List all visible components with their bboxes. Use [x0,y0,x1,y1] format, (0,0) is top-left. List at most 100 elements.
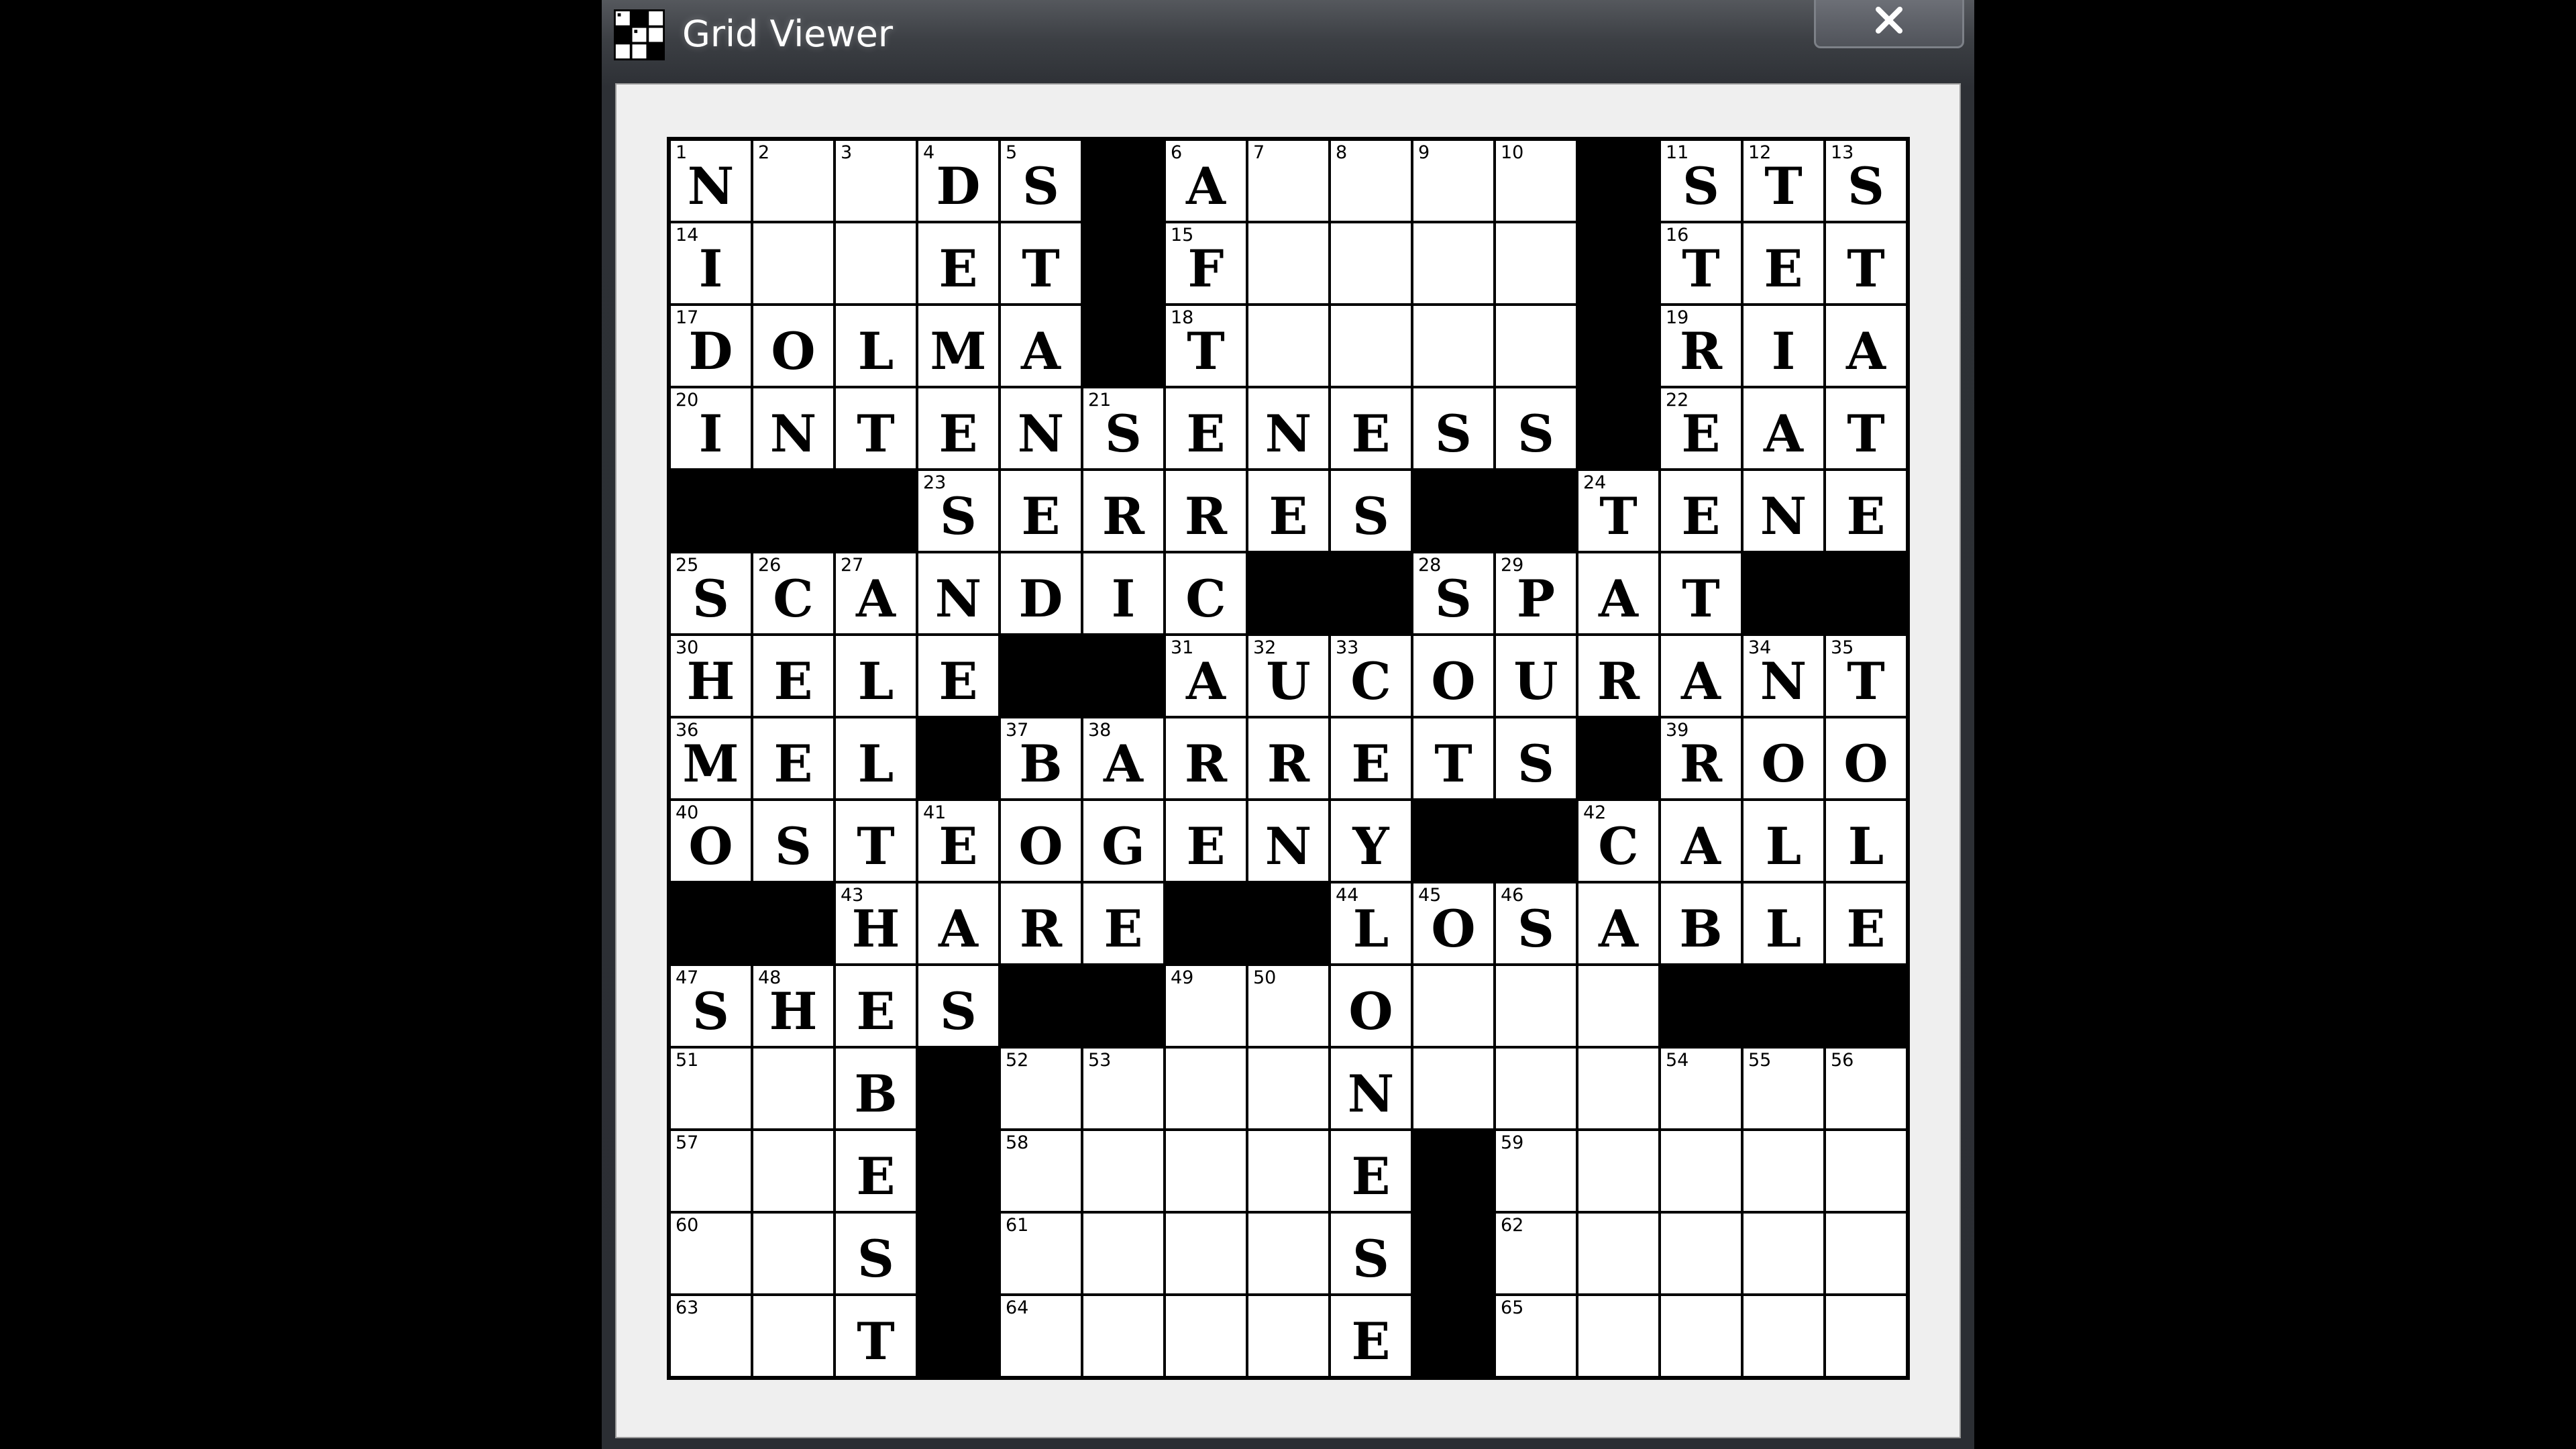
grid-cell[interactable] [1495,1047,1577,1130]
grid-cell[interactable]: 64 [1000,1295,1082,1377]
grid-cell[interactable]: 20 I [669,387,752,470]
grid-cell[interactable]: A [917,882,1000,965]
grid-cell[interactable] [1660,1295,1742,1377]
grid-cell[interactable]: L [835,305,917,387]
grid-cell[interactable] [1495,965,1577,1047]
grid-cell[interactable]: 22 E [1660,387,1742,470]
grid-cell[interactable] [752,1130,835,1212]
grid-cell[interactable]: 53 [1082,1047,1165,1130]
grid-cell[interactable] [1660,1212,1742,1295]
grid-cell[interactable]: 26 C [752,552,835,635]
grid-cell[interactable] [1165,1212,1247,1295]
grid-cell[interactable]: T [1660,552,1742,635]
grid-cell[interactable]: O [1412,635,1495,717]
grid-cell[interactable]: U [1495,635,1577,717]
grid-cell[interactable] [1247,1212,1330,1295]
grid-cell[interactable] [1577,1130,1660,1212]
grid-cell[interactable]: 11 S [1660,140,1742,222]
grid-cell[interactable]: O [1000,800,1082,882]
grid-cell[interactable]: I [1082,552,1165,635]
grid-cell[interactable] [752,1295,835,1377]
grid-cell[interactable] [1495,305,1577,387]
grid-cell[interactable] [1825,1212,1907,1295]
grid-cell[interactable]: 47 S [669,965,752,1047]
grid-cell[interactable] [1577,1047,1660,1130]
grid-cell[interactable]: 43 H [835,882,917,965]
grid-cell[interactable]: L [835,635,917,717]
grid-cell[interactable]: O [1330,965,1412,1047]
grid-cell[interactable]: 23 S [917,470,1000,552]
grid-cell[interactable]: E [1000,470,1082,552]
grid-cell[interactable] [1412,222,1495,305]
grid-cell[interactable] [1412,965,1495,1047]
grid-cell[interactable]: S [752,800,835,882]
grid-cell[interactable]: E [835,1130,917,1212]
grid-cell[interactable]: 62 [1495,1212,1577,1295]
grid-cell[interactable]: 34 N [1742,635,1825,717]
grid-cell[interactable]: 50 [1247,965,1330,1047]
grid-cell[interactable] [1330,222,1412,305]
grid-cell[interactable] [1412,305,1495,387]
grid-cell[interactable]: Y [1330,800,1412,882]
grid-cell[interactable]: 2 [752,140,835,222]
grid-cell[interactable]: E [835,965,917,1047]
grid-cell[interactable]: E [1165,800,1247,882]
grid-cell[interactable]: 13 S [1825,140,1907,222]
grid-cell[interactable]: 57 [669,1130,752,1212]
grid-cell[interactable]: 12 T [1742,140,1825,222]
grid-cell[interactable]: S [835,1212,917,1295]
grid-cell[interactable]: 21 S [1082,387,1165,470]
title-bar[interactable]: Grid Viewer [602,0,1974,80]
grid-cell[interactable]: 31 A [1165,635,1247,717]
grid-cell[interactable] [1742,1130,1825,1212]
grid-cell[interactable]: L [835,717,917,800]
grid-cell[interactable]: 3 [835,140,917,222]
grid-cell[interactable]: E [1247,470,1330,552]
grid-cell[interactable]: 19 R [1660,305,1742,387]
grid-cell[interactable]: T [835,387,917,470]
grid-cell[interactable] [1412,1047,1495,1130]
grid-cell[interactable] [1660,1130,1742,1212]
grid-cell[interactable]: E [917,387,1000,470]
grid-cell[interactable] [1247,1047,1330,1130]
grid-cell[interactable]: E [1742,222,1825,305]
grid-cell[interactable]: 18 T [1165,305,1247,387]
grid-cell[interactable] [1742,1212,1825,1295]
grid-cell[interactable]: N [1247,800,1330,882]
grid-cell[interactable]: E [1082,882,1165,965]
grid-cell[interactable]: N [1000,387,1082,470]
grid-cell[interactable]: 27 A [835,552,917,635]
grid-cell[interactable]: O [752,305,835,387]
grid-cell[interactable]: E [917,635,1000,717]
grid-cell[interactable] [1577,1212,1660,1295]
grid-cell[interactable]: R [1165,470,1247,552]
crossword-grid[interactable]: 1 N 2 3 4 D 5 S 6 A 7 8 9 10 11 S 12 T 13 S 14 I E T 15 F 16 T E T 17 D… [667,137,1910,1380]
grid-cell[interactable]: O [1742,717,1825,800]
grid-cell[interactable]: 63 [669,1295,752,1377]
grid-cell[interactable]: S [1330,1212,1412,1295]
grid-cell[interactable]: E [917,222,1000,305]
grid-cell[interactable]: 25 S [669,552,752,635]
grid-cell[interactable]: S [1495,717,1577,800]
grid-cell[interactable]: 36 M [669,717,752,800]
grid-cell[interactable]: 58 [1000,1130,1082,1212]
grid-cell[interactable]: C [1165,552,1247,635]
grid-cell[interactable]: 56 [1825,1047,1907,1130]
grid-cell[interactable]: 30 H [669,635,752,717]
grid-cell[interactable]: T [835,800,917,882]
grid-cell[interactable]: 1N [669,140,752,222]
grid-cell[interactable]: E [1330,1295,1412,1377]
grid-cell[interactable]: 16 T [1660,222,1742,305]
grid-cell[interactable]: R [1165,717,1247,800]
grid-cell[interactable] [1825,1295,1907,1377]
grid-cell[interactable]: E [752,717,835,800]
grid-cell[interactable] [1577,965,1660,1047]
grid-cell[interactable]: T [1412,717,1495,800]
grid-cell[interactable]: 4D [917,140,1000,222]
grid-cell[interactable]: 59 [1495,1130,1577,1212]
grid-cell[interactable]: A [1577,552,1660,635]
grid-cell[interactable]: 8 [1330,140,1412,222]
grid-cell[interactable] [752,1212,835,1295]
grid-cell[interactable]: M [917,305,1000,387]
grid-cell[interactable]: T [835,1295,917,1377]
